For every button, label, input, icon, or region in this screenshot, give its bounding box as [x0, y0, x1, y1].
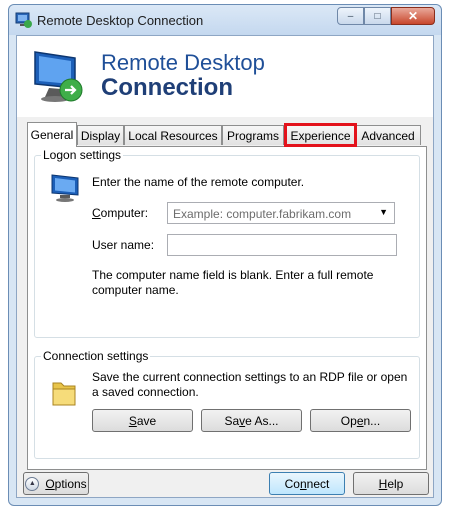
maximize-icon: □ [374, 10, 381, 22]
close-button[interactable]: ✕ [391, 7, 435, 25]
computer-placeholder: Example: computer.fabrikam.com [173, 207, 352, 221]
maximize-button[interactable]: □ [364, 7, 391, 25]
logon-settings-legend: Logon settings [43, 148, 122, 162]
window-title: Remote Desktop Connection [37, 13, 204, 28]
options-button[interactable]: ▲ Options [23, 472, 89, 495]
tab-advanced[interactable]: Advanced [355, 125, 421, 145]
connection-description: Save the current connection settings to … [92, 370, 408, 399]
remote-desktop-icon [34, 51, 83, 102]
minimize-icon: – [347, 10, 354, 22]
app-icon [15, 12, 32, 28]
save-button[interactable]: Save [92, 409, 193, 432]
banner-title-line1: Remote Desktop [101, 50, 265, 75]
tab-strip: General Display Local Resources Programs… [27, 122, 427, 147]
title-bar[interactable]: Remote Desktop Connection – □ ✕ [9, 5, 441, 35]
connection-settings-legend: Connection settings [43, 349, 149, 363]
tab-experience[interactable]: Experience [284, 123, 357, 147]
dropdown-arrow-icon[interactable]: ▼ [379, 207, 388, 217]
tab-programs[interactable]: Programs [222, 125, 284, 145]
connection-settings-group: Connection settings [34, 349, 420, 459]
client-area: Remote Desktop Connection General Displa… [16, 35, 434, 498]
computer-name-hint: The computer name field is blank. Enter … [92, 268, 374, 297]
rdc-window: Remote Desktop Connection – □ ✕ Remote D… [8, 4, 442, 506]
tab-local-resources[interactable]: Local Resources [124, 125, 222, 145]
tab-display[interactable]: Display [77, 125, 124, 145]
chevron-up-icon: ▲ [25, 476, 40, 491]
window-controls: – □ ✕ [337, 7, 435, 25]
username-field[interactable] [167, 234, 397, 256]
minimize-button[interactable]: – [337, 7, 364, 25]
computer-combobox[interactable]: Example: computer.fabrikam.com ▼ [167, 202, 395, 224]
computer-label: Computer: [92, 206, 149, 220]
computer-icon [51, 174, 79, 202]
banner: Remote Desktop Connection [17, 36, 433, 117]
open-button[interactable]: Op e n... [310, 409, 411, 432]
username-label: User name: [92, 238, 155, 252]
help-button[interactable]: Help [353, 472, 429, 495]
save-as-button[interactable]: Sa v e As... [201, 409, 302, 432]
general-tab-panel: Logon settings Enter the name of the rem… [27, 146, 427, 470]
folder-icon [52, 382, 76, 406]
close-icon: ✕ [407, 9, 419, 23]
connect-button[interactable]: Co n nect [269, 472, 345, 495]
tab-general[interactable]: General [27, 122, 77, 147]
logon-instruction: Enter the name of the remote computer. [92, 175, 305, 189]
banner-title-line2: Connection [101, 74, 233, 101]
